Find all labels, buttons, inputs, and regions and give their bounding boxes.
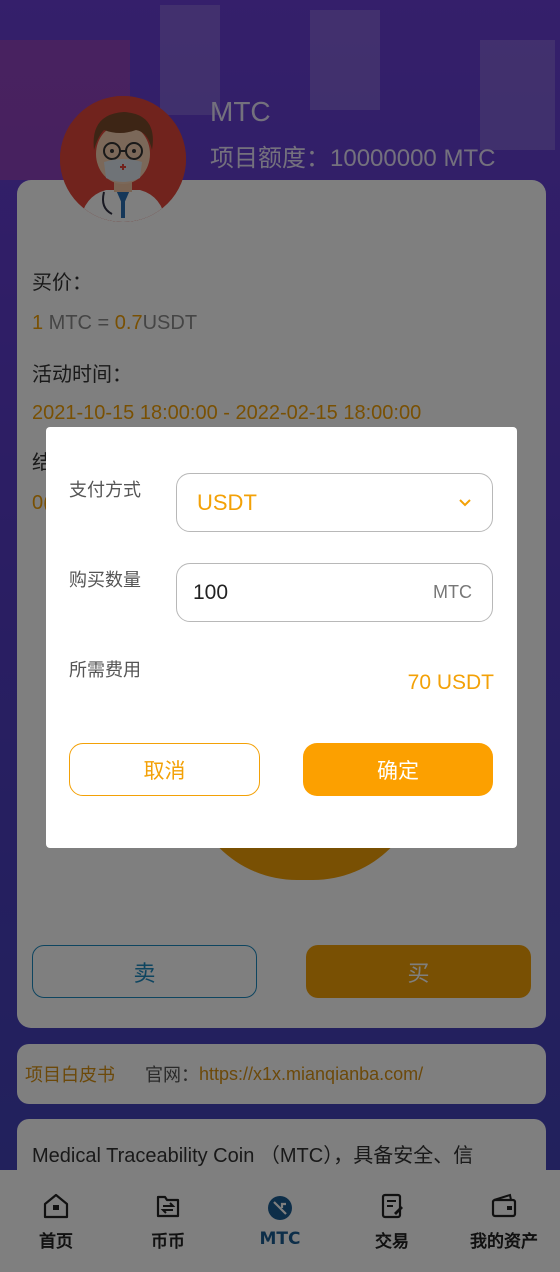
cancel-button[interactable]: 取消 bbox=[69, 743, 260, 796]
quantity-value: 100 bbox=[193, 580, 229, 604]
payment-method-select[interactable]: USDT bbox=[176, 473, 493, 532]
quantity-unit: MTC bbox=[433, 582, 472, 602]
fee-value: 70 USDT bbox=[407, 671, 494, 694]
quantity-label: 购买数量 bbox=[69, 570, 141, 590]
chevron-down-icon bbox=[458, 495, 472, 511]
purchase-modal: 支付方式 USDT 购买数量 100 MTC 所需费用 70 USDT 取消 确… bbox=[46, 427, 517, 848]
payment-method-value: USDT bbox=[197, 489, 257, 515]
payment-method-label: 支付方式 bbox=[69, 480, 141, 500]
confirm-button[interactable]: 确定 bbox=[303, 743, 493, 796]
quantity-input[interactable]: 100 MTC bbox=[176, 563, 493, 622]
fee-label: 所需费用 bbox=[69, 660, 141, 680]
